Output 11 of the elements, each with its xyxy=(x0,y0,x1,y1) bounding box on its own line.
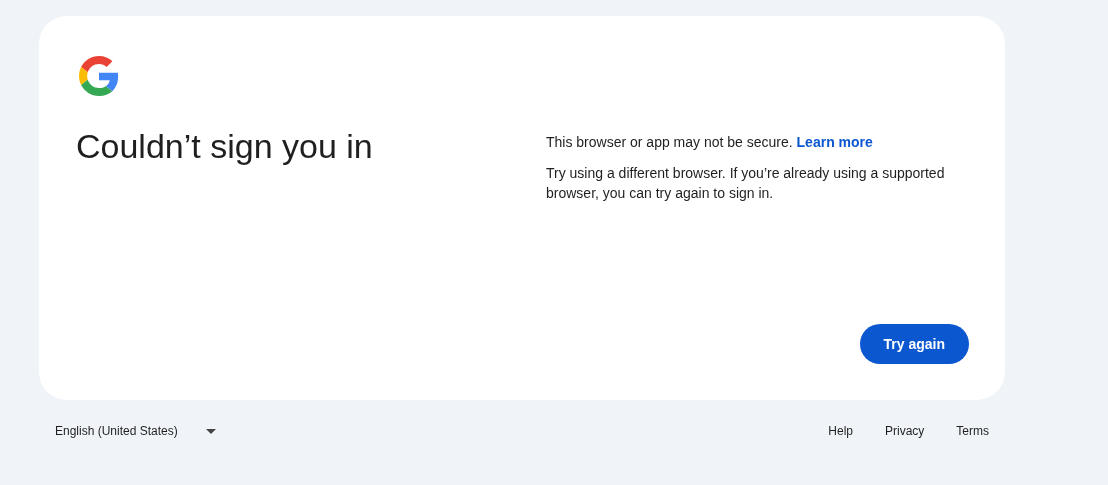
footer-link[interactable]: Privacy xyxy=(885,422,925,440)
learn-more-link[interactable]: Learn more xyxy=(796,134,873,150)
logo-icon xyxy=(79,56,119,96)
language-selector[interactable]: English (United States) xyxy=(55,420,216,442)
dropdown-caret-icon xyxy=(205,428,216,434)
try-again-button[interactable]: Try again xyxy=(859,324,969,364)
security-message: This browser or app may not be secure. Learn more xyxy=(546,133,874,152)
hint-text: Try using a different browser. If you’re already using a supported browser, you can try again to sign in. xyxy=(546,164,946,203)
page-heading: Couldn’t sign you in xyxy=(76,126,374,167)
footer-link[interactable]: Terms xyxy=(956,422,989,440)
footer-link[interactable]: Help xyxy=(828,422,853,440)
